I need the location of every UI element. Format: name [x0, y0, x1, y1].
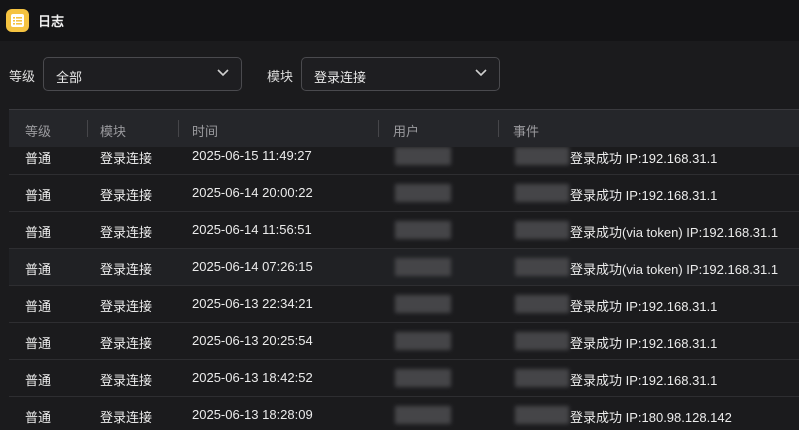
table-cell-module: 登录连接 [100, 336, 153, 351]
table-cell-level: 普通 [25, 373, 52, 388]
level-select-value: 全部 [56, 70, 83, 85]
redacted-event-prefix [515, 369, 569, 387]
table-header: 等级 模块 时间 用户 事件 [9, 109, 799, 147]
module-select-value: 登录连接 [314, 70, 367, 85]
filter-bar: 等级 全部 模块 登录连接 [0, 57, 799, 93]
table-cell-event: 登录成功(via token) IP:192.168.31.1 [570, 262, 779, 277]
table-row[interactable]: 普通 登录连接 2025-06-15 11:49:27 登录成功 IP:192.168… [9, 147, 799, 175]
table-cell-level: 普通 [25, 262, 52, 277]
title-bar: 日志 [0, 0, 799, 41]
log-list-icon [6, 9, 29, 32]
table-cell-time: 2025-06-13 22:34:21 [192, 296, 313, 311]
table-row[interactable]: 普通 登录连接 2025-06-13 18:42:52 登录成功 IP:192.168… [9, 360, 799, 397]
table-cell-time: 2025-06-14 20:00:22 [192, 185, 313, 200]
column-divider[interactable] [378, 120, 379, 137]
table-cell-module: 登录连接 [100, 410, 153, 425]
redacted-user [395, 258, 451, 276]
table-row[interactable]: 普通 登录连接 2025-06-14 07:26:15 登录成功(via token)… [9, 249, 799, 286]
table-cell-time: 2025-06-14 11:56:51 [192, 222, 312, 237]
table-cell-module: 登录连接 [100, 188, 153, 203]
column-header-module[interactable]: 模块 [100, 121, 126, 140]
redacted-user [395, 369, 451, 387]
table-cell-level: 普通 [25, 225, 52, 240]
table-cell-event: 登录成功 IP:192.168.31.1 [570, 151, 718, 166]
redacted-user [395, 184, 451, 202]
redacted-event-prefix [515, 332, 569, 350]
column-divider[interactable] [178, 120, 179, 137]
table-cell-time: 2025-06-15 11:49:27 [192, 148, 312, 163]
table-cell-module: 登录连接 [100, 262, 153, 277]
table-cell-time: 2025-06-13 18:42:52 [192, 370, 313, 385]
column-divider[interactable] [87, 120, 88, 137]
redacted-user [395, 332, 451, 350]
chevron-down-icon [475, 69, 487, 77]
table-cell-event: 登录成功 IP:192.168.31.1 [570, 188, 718, 203]
table-cell-level: 普通 [25, 410, 52, 425]
redacted-event-prefix [515, 406, 569, 424]
redacted-user [395, 295, 451, 313]
table-row[interactable]: 普通 登录连接 2025-06-13 18:28:09 登录成功 IP:180.98.… [9, 397, 799, 430]
table-row[interactable]: 普通 登录连接 2025-06-14 11:56:51 登录成功(via token)… [9, 212, 799, 249]
level-filter-label: 等级 [9, 69, 36, 84]
redacted-event-prefix [515, 147, 569, 165]
redacted-user [395, 221, 451, 239]
redacted-event-prefix [515, 221, 569, 239]
table-row[interactable]: 普通 登录连接 2025-06-14 20:00:22 登录成功 IP:192.168… [9, 175, 799, 212]
table-row[interactable]: 普通 登录连接 2025-06-13 20:25:54 登录成功 IP:192.168… [9, 323, 799, 360]
column-header-level[interactable]: 等级 [25, 121, 51, 140]
redacted-event-prefix [515, 184, 569, 202]
table-cell-event: 登录成功(via token) IP:192.168.31.1 [570, 225, 779, 240]
table-body: 普通 登录连接 2025-06-15 11:49:27 登录成功 IP:192.168… [9, 147, 799, 430]
table-cell-level: 普通 [25, 188, 52, 203]
table-cell-level: 普通 [25, 336, 52, 351]
redacted-event-prefix [515, 258, 569, 276]
table-cell-level: 普通 [25, 151, 52, 166]
column-header-user[interactable]: 用户 [393, 121, 419, 140]
table-cell-event: 登录成功 IP:192.168.31.1 [570, 336, 718, 351]
table-cell-module: 登录连接 [100, 151, 153, 166]
table-cell-event: 登录成功 IP:192.168.31.1 [570, 373, 718, 388]
module-select[interactable]: 登录连接 [301, 57, 500, 91]
table-cell-time: 2025-06-14 07:26:15 [192, 259, 313, 274]
redacted-user [395, 147, 451, 165]
table-cell-time: 2025-06-13 18:28:09 [192, 407, 313, 422]
module-filter-label: 模块 [267, 69, 294, 84]
column-header-time[interactable]: 时间 [192, 121, 218, 140]
table-cell-time: 2025-06-13 20:25:54 [192, 333, 313, 348]
table-cell-event: 登录成功 IP:180.98.128.142 [570, 410, 732, 425]
log-table: 等级 模块 时间 用户 事件 普通 登录连接 2025-06-15 11:49:27… [9, 109, 799, 430]
table-cell-module: 登录连接 [100, 373, 153, 388]
table-row[interactable]: 普通 登录连接 2025-06-13 22:34:21 登录成功 IP:192.168… [9, 286, 799, 323]
chevron-down-icon [217, 69, 229, 77]
level-select[interactable]: 全部 [43, 57, 242, 91]
redacted-event-prefix [515, 295, 569, 313]
window-title: 日志 [38, 14, 65, 29]
column-divider[interactable] [498, 120, 499, 137]
table-cell-module: 登录连接 [100, 225, 153, 240]
table-cell-event: 登录成功 IP:192.168.31.1 [570, 299, 718, 314]
redacted-user [395, 406, 451, 424]
table-cell-level: 普通 [25, 299, 52, 314]
table-cell-module: 登录连接 [100, 299, 153, 314]
column-header-event[interactable]: 事件 [513, 121, 539, 140]
